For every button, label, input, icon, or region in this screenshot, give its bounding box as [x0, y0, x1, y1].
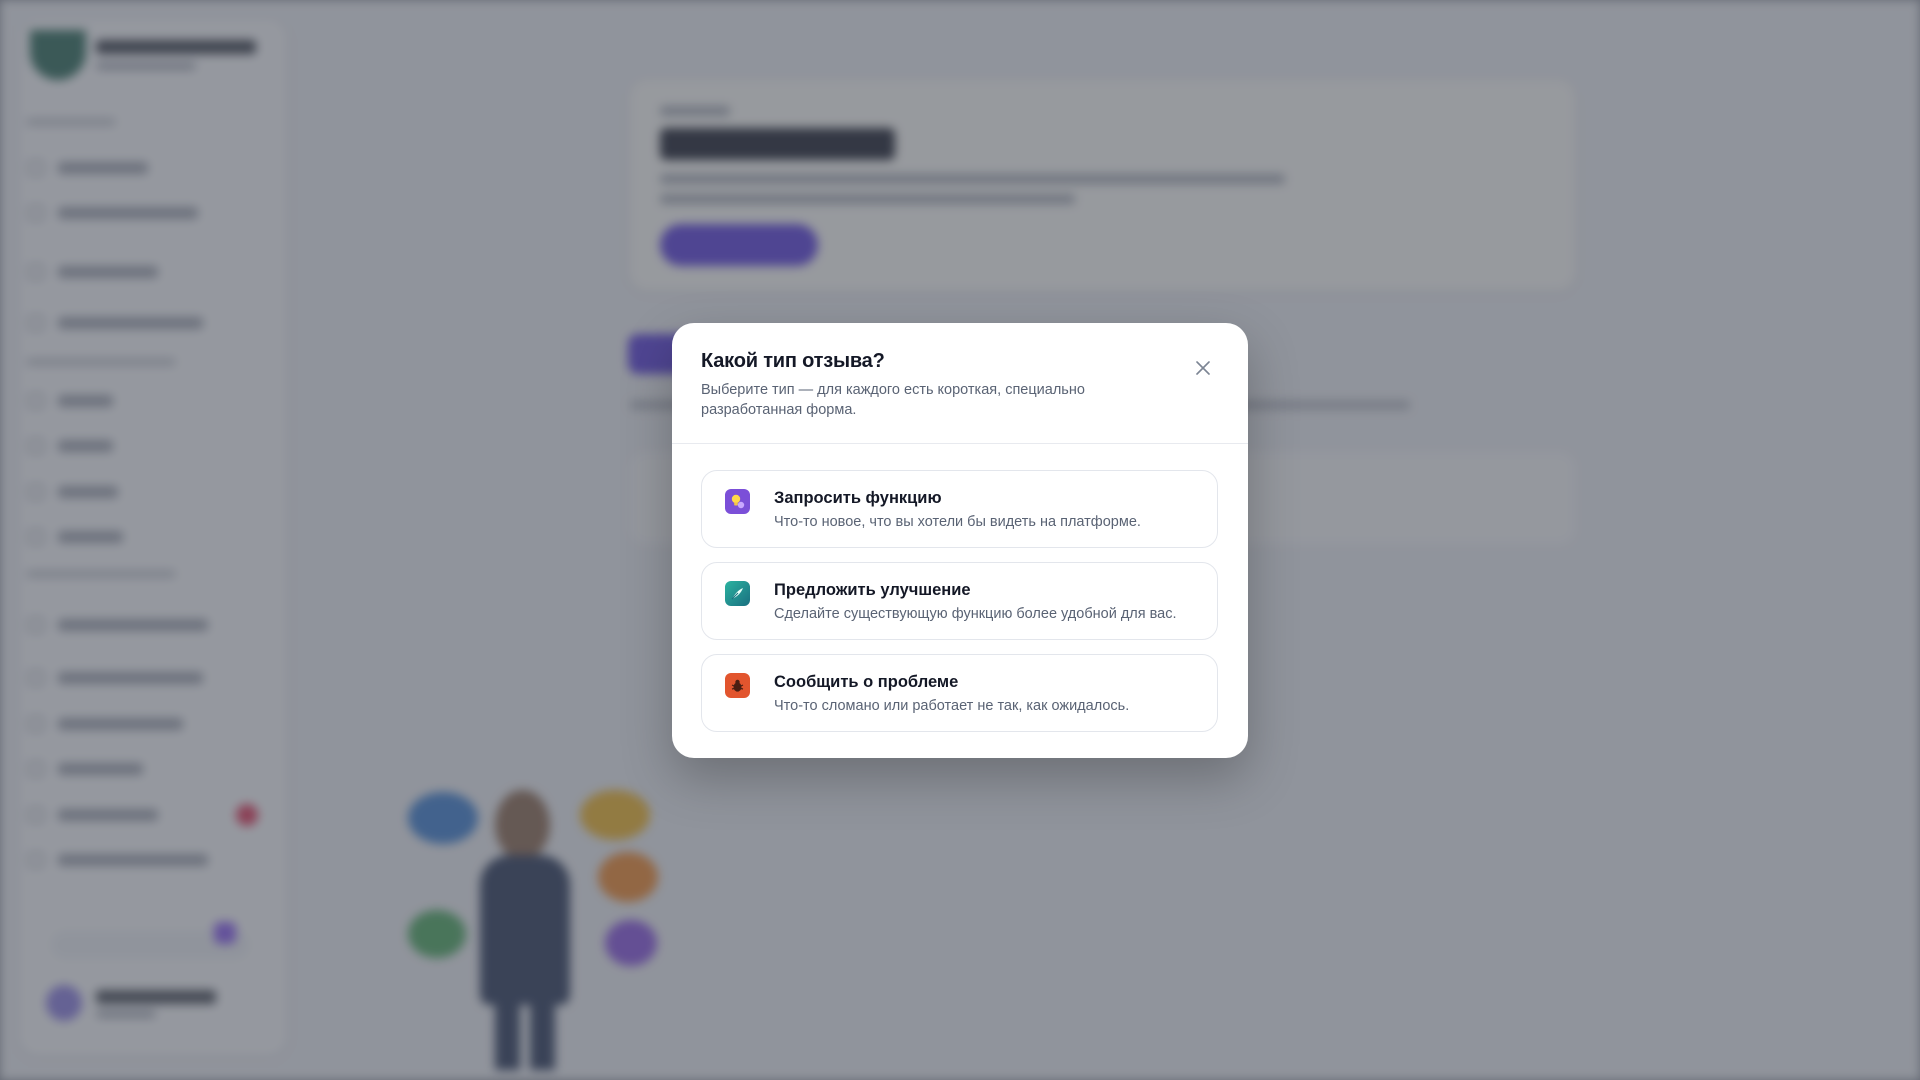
option-title: Сообщить о проблеме	[774, 673, 959, 691]
close-icon	[1196, 361, 1210, 375]
option-title: Предложить улучшение	[774, 581, 971, 599]
modal-title: Какой тип отзыва?	[701, 350, 885, 372]
option-suggest-improvement[interactable]: Предложить улучшение Сделайте существующ…	[701, 562, 1218, 640]
option-report-problem[interactable]: Сообщить о проблеме Что-то сломано или р…	[701, 654, 1218, 732]
close-button[interactable]	[1190, 355, 1216, 381]
divider	[672, 443, 1248, 444]
modal-subtitle: Выберите тип — для каждого есть короткая…	[701, 382, 1085, 418]
feedback-type-modal: Какой тип отзыва? Выберите тип — для каж…	[672, 323, 1248, 758]
bug-icon	[725, 673, 750, 698]
option-description: Что-то новое, что вы хотели бы видеть на…	[774, 514, 1141, 530]
feather-icon	[725, 581, 750, 606]
option-title: Запросить функцию	[774, 489, 942, 507]
option-description: Что-то сломано или работает не так, как …	[774, 698, 1130, 714]
option-request-feature[interactable]: Запросить функцию Что-то новое, что вы х…	[701, 470, 1218, 548]
lightbulb-icon	[725, 489, 750, 514]
option-description: Сделайте существующую функцию более удоб…	[774, 606, 1177, 622]
